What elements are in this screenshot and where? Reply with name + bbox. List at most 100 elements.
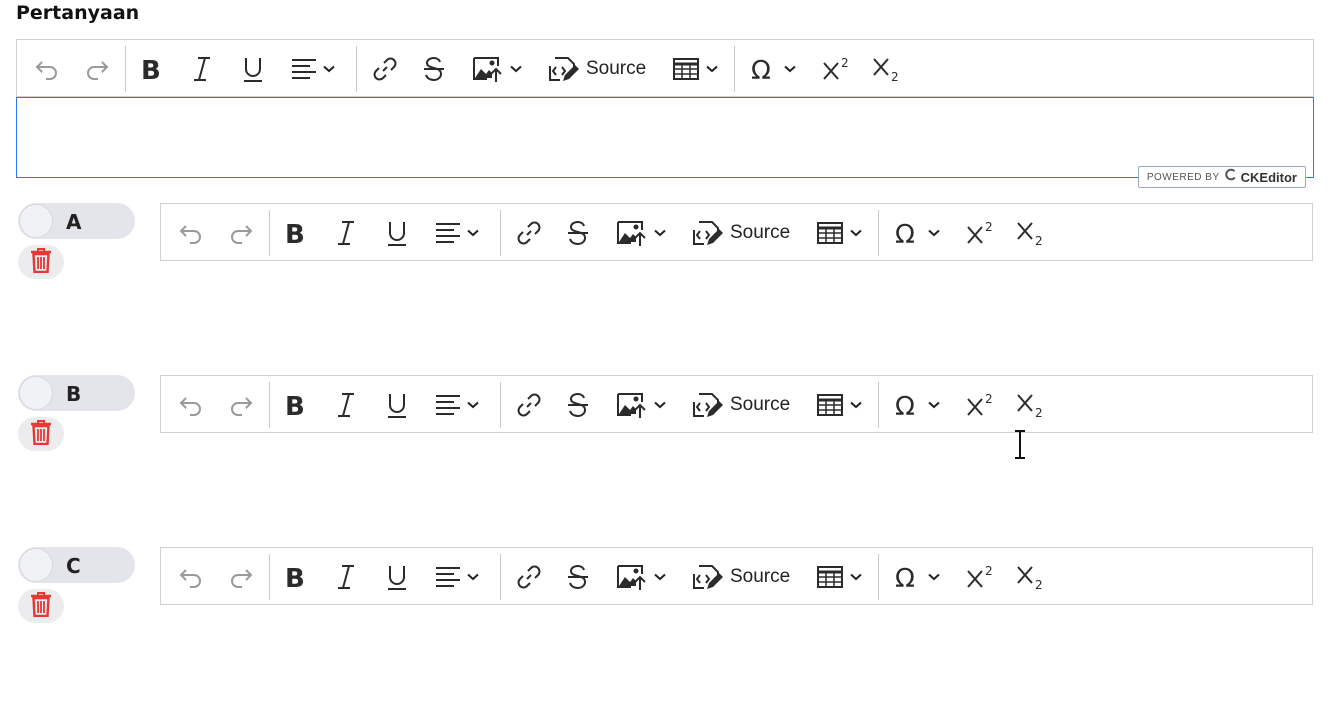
toolbar-separator (500, 210, 501, 256)
bold-button[interactable]: B (139, 50, 163, 88)
chevron-down-icon (317, 65, 335, 73)
source-button[interactable]: Source (692, 214, 790, 252)
italic-button[interactable] (334, 558, 358, 596)
redo-button[interactable] (227, 386, 255, 424)
option-content-area[interactable] (160, 605, 1313, 686)
subscript-button[interactable]: 2 (1016, 386, 1046, 424)
special-characters-icon: Ω (750, 56, 778, 82)
italic-button[interactable] (190, 50, 214, 88)
svg-text:2: 2 (1035, 578, 1043, 591)
svg-text:2: 2 (841, 56, 849, 70)
option-editor-a: B Source Ω 2 2 (160, 203, 1313, 342)
image-upload-button[interactable] (616, 558, 666, 596)
bold-button[interactable]: B (283, 558, 307, 596)
table-button[interactable] (672, 50, 718, 88)
bold-button[interactable]: B (283, 386, 307, 424)
delete-option-button[interactable] (18, 417, 64, 451)
question-content-area[interactable] (16, 97, 1314, 178)
question-editor: B Source Ω 2 2 POWERED BY CKEditor (16, 39, 1314, 188)
special-characters-button[interactable]: Ω (894, 214, 940, 252)
option-correct-toggle[interactable]: B (18, 375, 135, 411)
underline-button[interactable] (241, 50, 265, 88)
delete-option-button[interactable] (18, 245, 64, 279)
strikethrough-icon (566, 564, 590, 590)
table-button[interactable] (816, 386, 862, 424)
option-label: A (66, 210, 82, 234)
underline-button[interactable] (385, 558, 409, 596)
align-button[interactable] (435, 558, 479, 596)
toolbar-separator (125, 46, 126, 92)
bold-icon: B (283, 391, 307, 419)
strikethrough-button[interactable] (422, 50, 446, 88)
special-characters-button[interactable]: Ω (894, 558, 940, 596)
redo-button[interactable] (83, 50, 111, 88)
ckeditor-powered-by-badge[interactable]: POWERED BY CKEditor (1137, 166, 1306, 188)
table-button[interactable] (816, 558, 862, 596)
link-button[interactable] (516, 558, 542, 596)
text-cursor-icon (1012, 430, 1028, 465)
option-editor-c: B Source Ω 2 2 (160, 547, 1313, 686)
align-button[interactable] (435, 214, 479, 252)
image-upload-button[interactable] (616, 386, 666, 424)
subscript-button[interactable]: 2 (1016, 558, 1046, 596)
link-icon (516, 564, 542, 590)
chevron-down-icon (461, 573, 479, 581)
table-button[interactable] (816, 214, 862, 252)
align-button[interactable] (435, 386, 479, 424)
special-characters-button[interactable]: Ω (750, 50, 796, 88)
source-button[interactable]: Source (548, 50, 646, 88)
svg-text:B: B (285, 392, 305, 419)
option-correct-toggle[interactable]: A (18, 203, 135, 239)
strikethrough-button[interactable] (566, 386, 590, 424)
undo-button[interactable] (177, 214, 205, 252)
delete-option-button[interactable] (18, 589, 64, 623)
redo-icon (83, 57, 111, 81)
trash-icon (30, 419, 52, 450)
subscript-button[interactable]: 2 (1016, 214, 1046, 252)
undo-button[interactable] (177, 386, 205, 424)
superscript-button[interactable]: 2 (966, 214, 996, 252)
image-upload-button[interactable] (472, 50, 522, 88)
strikethrough-button[interactable] (566, 558, 590, 596)
undo-icon (177, 393, 205, 417)
source-button[interactable]: Source (692, 558, 790, 596)
undo-icon (177, 221, 205, 245)
link-button[interactable] (372, 50, 398, 88)
align-button[interactable] (291, 50, 335, 88)
option-content-area[interactable] (160, 433, 1313, 514)
undo-button[interactable] (177, 558, 205, 596)
link-button[interactable] (516, 386, 542, 424)
option-content-area[interactable] (160, 261, 1313, 342)
underline-button[interactable] (385, 386, 409, 424)
source-icon (692, 218, 724, 248)
subscript-button[interactable]: 2 (872, 50, 902, 88)
bold-button[interactable]: B (283, 214, 307, 252)
superscript-button[interactable]: 2 (966, 386, 996, 424)
bold-icon: B (283, 219, 307, 247)
toolbar-separator (269, 382, 270, 428)
special-characters-button[interactable]: Ω (894, 386, 940, 424)
trash-icon (30, 247, 52, 278)
italic-button[interactable] (334, 214, 358, 252)
option-correct-toggle[interactable]: C (18, 547, 135, 583)
superscript-button[interactable]: 2 (966, 558, 996, 596)
undo-button[interactable] (33, 50, 61, 88)
ckeditor-brand: CKEditor (1240, 169, 1297, 185)
italic-button[interactable] (334, 386, 358, 424)
underline-button[interactable] (385, 214, 409, 252)
svg-text:B: B (285, 564, 305, 591)
chevron-down-icon (922, 229, 940, 237)
link-button[interactable] (516, 214, 542, 252)
svg-text:B: B (285, 220, 305, 247)
strikethrough-icon (566, 220, 590, 246)
redo-button[interactable] (227, 214, 255, 252)
undo-icon (33, 57, 61, 81)
source-button[interactable]: Source (692, 386, 790, 424)
strikethrough-button[interactable] (566, 214, 590, 252)
redo-button[interactable] (227, 558, 255, 596)
chevron-down-icon (844, 401, 862, 409)
superscript-button[interactable]: 2 (822, 50, 852, 88)
special-characters-icon: Ω (894, 564, 922, 590)
image-upload-button[interactable] (616, 214, 666, 252)
image-upload-icon (616, 391, 648, 419)
